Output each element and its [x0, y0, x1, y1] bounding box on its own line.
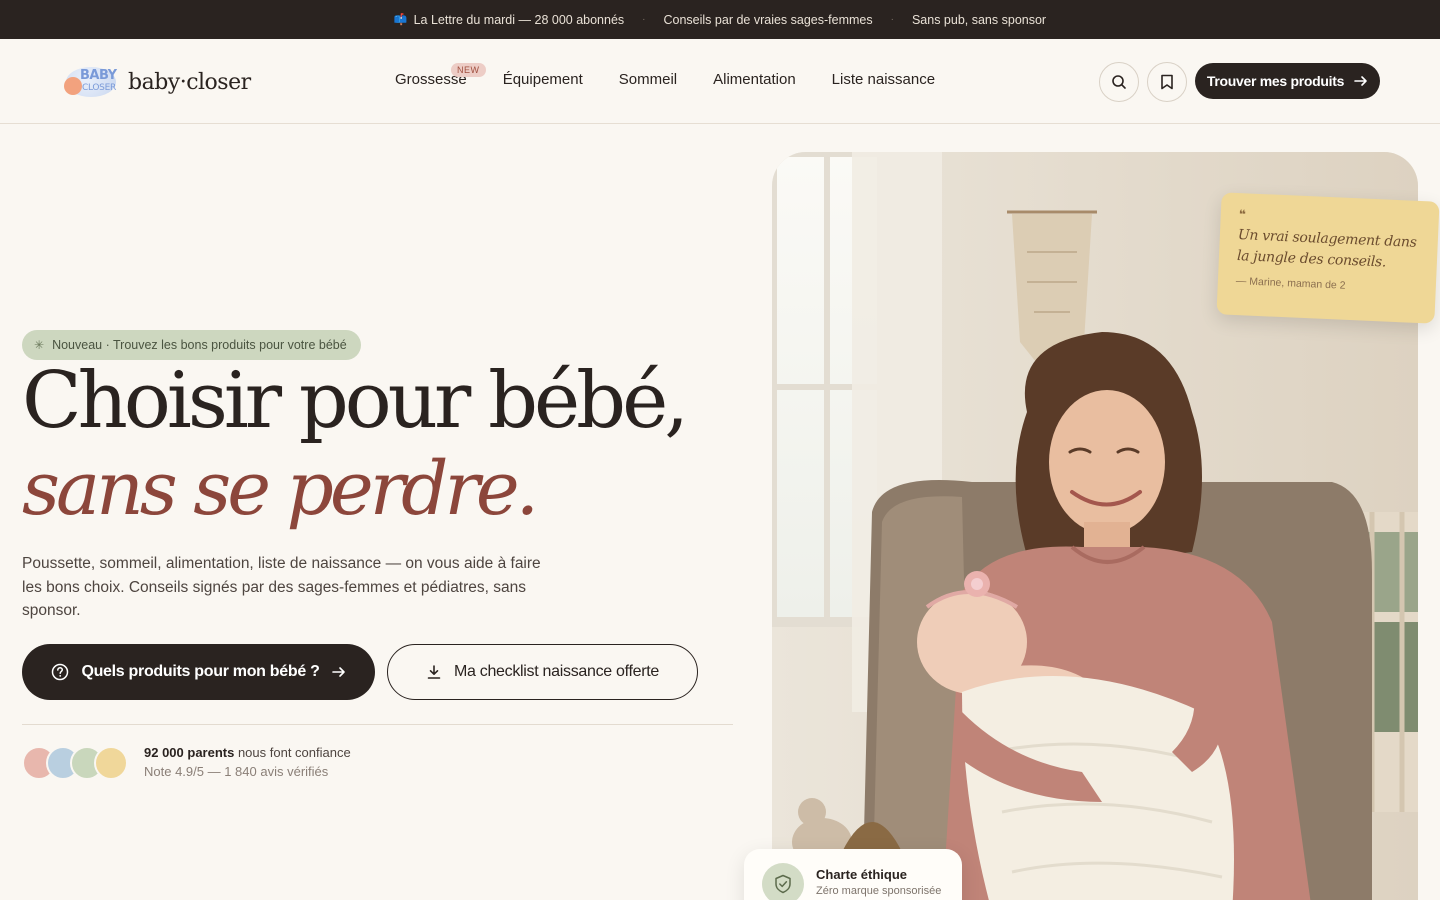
- nav-item-grossesse[interactable]: Grossesse NEW: [395, 63, 486, 88]
- arrow-right-icon: [1354, 76, 1367, 86]
- testimonial-author: — Marine, maman de 2: [1235, 275, 1346, 292]
- separator: ·: [642, 14, 646, 25]
- brand-name: baby·closer: [128, 69, 251, 95]
- hero-title-accent: sans se perdre.: [22, 446, 539, 532]
- rating-text: Note 4.9/5 — 1 840 avis vérifiés: [144, 764, 329, 779]
- hero-lead: Poussette, sommeil, alimentation, liste …: [22, 555, 541, 619]
- trust-count: 92 000 parents nous font confiance: [144, 745, 351, 760]
- search-button[interactable]: [1099, 62, 1139, 102]
- announcement-bar: 📫 La Lettre du mardi — 28 000 abonnés · …: [0, 0, 1440, 39]
- main-nav: Grossesse NEW Équipement Sommeil Aliment…: [395, 63, 935, 88]
- nav-item-sommeil[interactable]: Sommeil: [619, 71, 677, 88]
- avatar: [94, 746, 128, 780]
- arrow-right-icon: [331, 667, 345, 677]
- parent-avatars: [22, 746, 132, 780]
- shield-check-icon: [762, 863, 804, 900]
- mailbox-icon: 📫: [393, 14, 408, 26]
- bookmark-button[interactable]: [1147, 62, 1187, 102]
- separator: ·: [890, 14, 894, 25]
- search-icon: [1112, 75, 1126, 89]
- logo[interactable]: BABY CLOSER baby·closer: [62, 63, 251, 101]
- checklist-download-button[interactable]: Ma checklist naissance offerte: [387, 644, 698, 700]
- charte-title: Charte éthique: [816, 867, 908, 882]
- site-header: BABY CLOSER baby·closer Grossesse NEW Éq…: [0, 39, 1440, 124]
- newsletter-notice[interactable]: 📫 La Lettre du mardi — 28 000 abonnés: [394, 13, 624, 27]
- hero-title: Choisir pour bébé,: [22, 356, 689, 446]
- logo-mark: BABY CLOSER: [62, 63, 118, 101]
- ethics-charter-card[interactable]: Charte éthique Zéro marque sponsorisée: [744, 849, 962, 900]
- no-ads-notice: Sans pub, sans sponsor: [911, 12, 1047, 27]
- sparkle-icon: ✳: [34, 338, 45, 352]
- midwife-notice: Conseils par de vraies sages-femmes: [663, 12, 873, 27]
- bookmark-icon: [1161, 74, 1173, 90]
- nav-item-alimentation[interactable]: Alimentation: [713, 71, 796, 88]
- charte-subtitle: Zéro marque sponsorisée: [816, 885, 942, 897]
- find-products-button[interactable]: Trouver mes produits: [1195, 63, 1380, 99]
- new-badge: NEW: [451, 63, 486, 77]
- help-circle-icon: [52, 663, 69, 681]
- divider: [22, 724, 733, 725]
- nav-item-equipement[interactable]: Équipement: [503, 71, 583, 88]
- testimonial-text: Un vrai soulagement dans la jungle des c…: [1236, 227, 1417, 271]
- which-products-button[interactable]: Quels produits pour mon bébé ?: [22, 644, 375, 700]
- download-icon: [427, 665, 441, 679]
- newsletter-text: La Lettre du mardi — 28 000 abonnés: [413, 12, 625, 27]
- nav-item-liste-naissance[interactable]: Liste naissance: [832, 71, 935, 88]
- testimonial-card: ❝ Un vrai soulagement dans la jungle des…: [1216, 192, 1440, 324]
